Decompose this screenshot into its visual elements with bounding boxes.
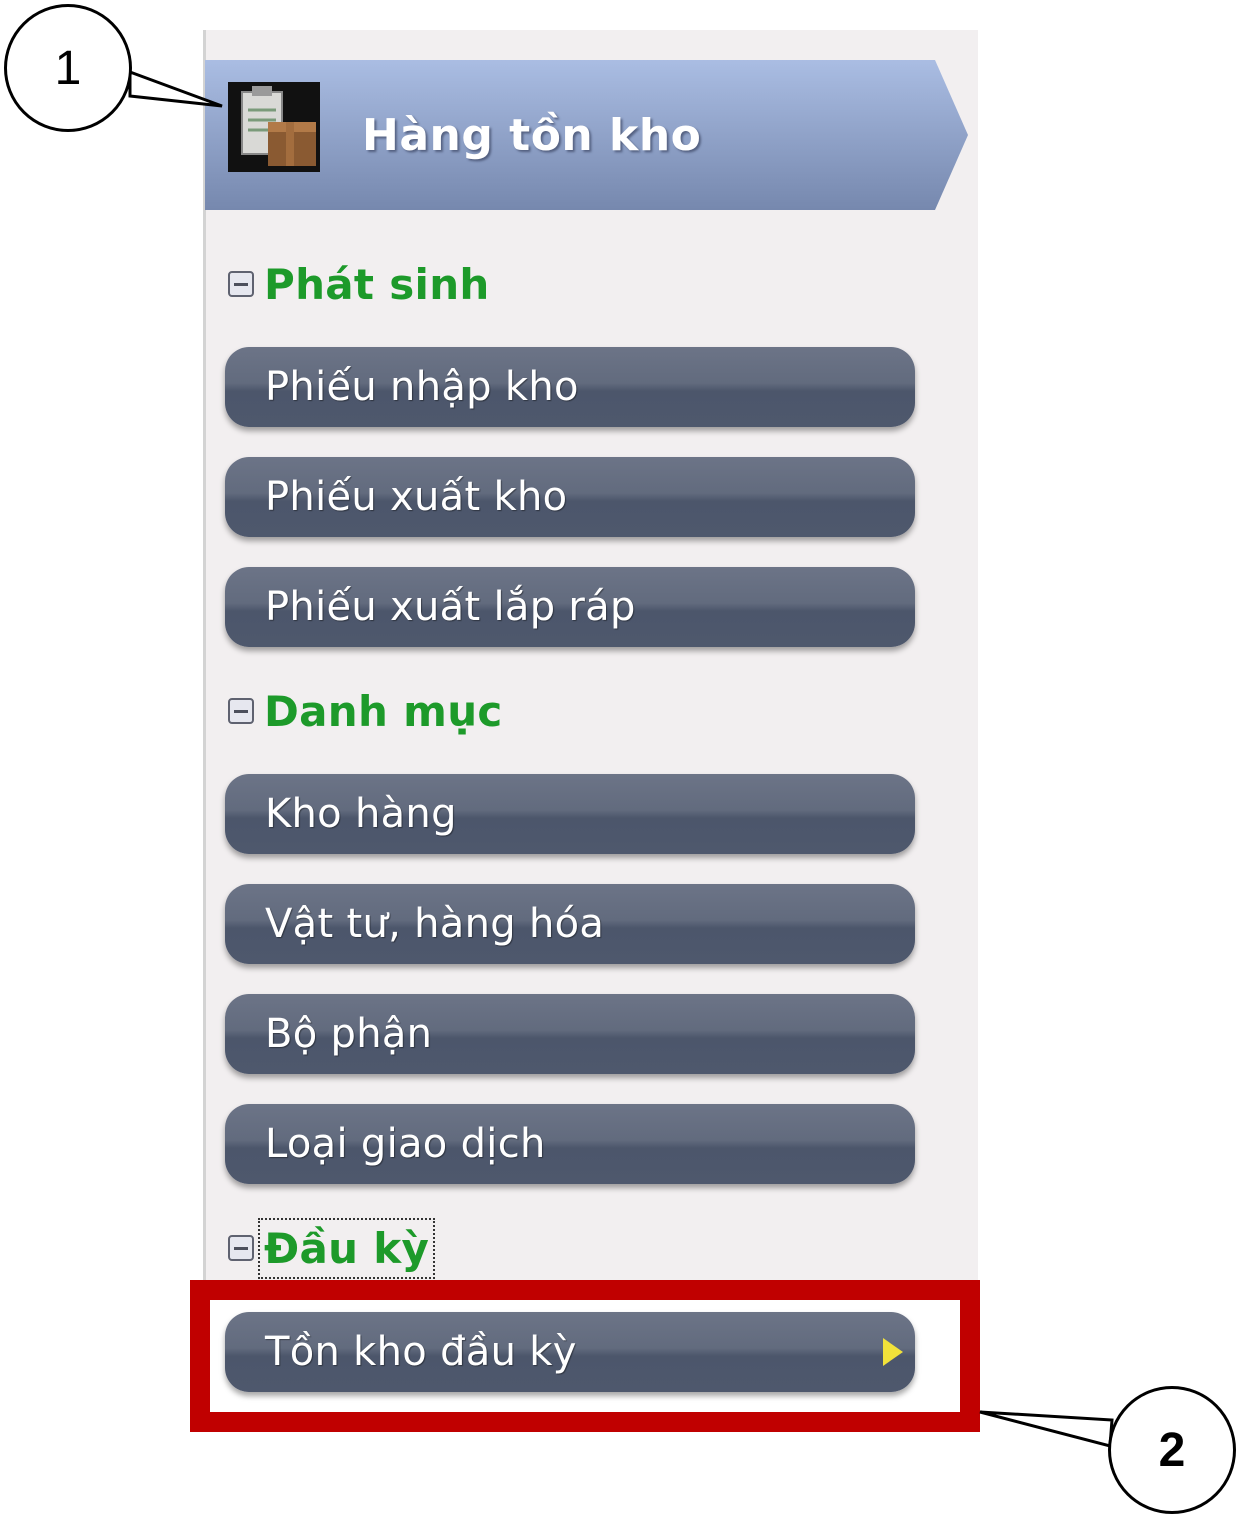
callout-1: 1 — [4, 4, 132, 132]
callout-number: 1 — [54, 41, 82, 95]
callout-leader-lines — [128, 69, 1114, 1448]
callout-2: 2 — [1108, 1386, 1236, 1514]
callout-number: 2 — [1158, 1423, 1186, 1477]
